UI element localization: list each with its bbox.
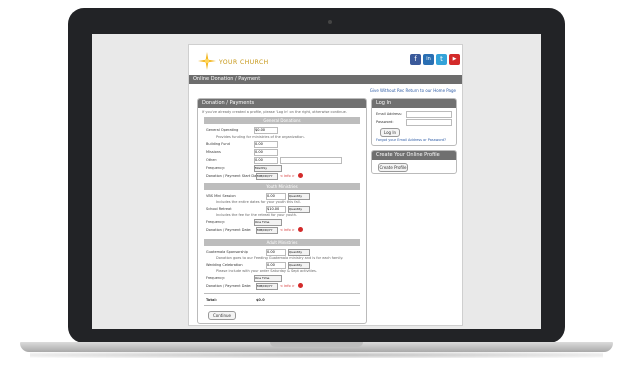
form-title: Donation / Payments [198,99,366,108]
form-row: Wedding Celebration 0.00 Quantity [206,262,356,269]
field-label: School Retreat [206,207,232,211]
form-row: Guatemala Sponsorship 0.00 Quantity [206,249,356,256]
continue-button[interactable]: Continue [208,311,236,320]
field-label: Frequency: [206,166,226,170]
linkedin-icon[interactable]: in [423,54,434,65]
field-note: Provides funding for ministries of the o… [216,135,305,139]
payment-date-select[interactable]: MM/DD/YY [256,283,278,290]
quantity-select[interactable]: Quantity [288,193,310,200]
vbs-amount-input[interactable]: 0.00 [266,193,286,200]
form-row: Donation / Payment Date: MM/DD/YY < info… [206,227,356,234]
quantity-select[interactable]: Quantity [288,262,310,269]
cross-logo-icon [198,52,216,70]
total-row: Total: $0.0 [206,297,356,303]
quantity-select[interactable]: Quantity [288,206,310,213]
info-link[interactable]: < info > [280,173,295,179]
field-label: Donation / Payment Date: [206,284,252,288]
form-row: Donation / Payment Start Date: MM/DD/YY … [206,173,356,180]
form-row: VBS Mini Session 0.00 Quantity [206,193,356,200]
field-note: Please include with your order Saturday … [216,269,317,273]
form-intro: If you've already created a profile, ple… [202,110,347,114]
form-row: Other: 0.00 [206,157,356,164]
general-operating-input[interactable]: $0.00 [254,127,278,134]
info-link[interactable]: < info > [280,227,295,233]
calendar-icon[interactable] [298,173,303,178]
field-label: Other: [206,158,218,162]
logo-text[interactable]: YOUR CHURCH [219,59,269,66]
laptop-screen: YOUR CHURCH f in t ▶ Online Donation / P… [92,34,541,329]
field-label: Frequency: [206,220,226,224]
calendar-icon[interactable] [298,283,303,288]
wedding-amount-input[interactable]: 0.00 [266,262,286,269]
field-label: Wedding Celebration [206,263,243,267]
frequency-select[interactable]: One Time [254,275,282,282]
form-row: Donation / Payment Date: MM/DD/YY < info… [206,283,356,290]
field-label: Frequency: [206,276,226,280]
password-label: Password: [376,120,394,124]
total-value: $0.0 [256,298,265,302]
form-row: Frequency: One Time [206,275,356,282]
browser-page: YOUR CHURCH f in t ▶ Online Donation / P… [92,34,541,329]
form-row: School Retreat $10.00 Quantity [206,206,356,213]
calendar-icon[interactable] [298,227,303,232]
payment-date-select[interactable]: MM/DD/YY [256,227,278,234]
section-header: Youth Ministries [204,183,360,190]
login-button[interactable]: Log In [380,128,400,137]
page-title: Online Donation / Payment [189,75,462,84]
password-field[interactable] [406,119,452,126]
missions-input[interactable]: 0.00 [254,149,278,156]
login-panel: Log In Email Address: Password: Log In F… [371,98,457,146]
total-label: Total: [206,298,217,302]
frequency-select[interactable]: One Time [254,219,282,226]
laptop-shadow [30,352,603,358]
login-title: Log In [372,99,456,108]
field-note: Donation goes to our Feeding Guatemala m… [216,256,344,260]
field-note: Includes the fee for the retreat for you… [216,213,298,217]
email-label: Email Address: [376,112,402,116]
field-note: Includes the entire dates for your youth… [216,200,301,204]
field-label: Missions [206,150,221,154]
other-description-input[interactable] [280,157,342,164]
field-label: General Operating [206,128,239,132]
form-row: Frequency: One Time [206,219,356,226]
frequency-select[interactable]: Monthly [254,165,282,172]
field-label: Donation / Payment Date: [206,228,252,232]
start-date-select[interactable]: MM/DD/YY [256,173,278,180]
quantity-select[interactable]: Quantity [288,249,310,256]
profile-panel: Create Your Online Profile Create Profil… [371,150,457,174]
other-amount-input[interactable]: 0.00 [254,157,278,164]
twitter-icon[interactable]: t [436,54,447,65]
laptop-notch [270,342,363,347]
email-field[interactable] [406,111,452,118]
divider [204,293,360,294]
donation-form: Donation / Payments If you've already cr… [197,98,367,324]
section-header: General Donations [204,117,360,124]
form-row: Missions 0.00 [206,149,356,156]
website: YOUR CHURCH f in t ▶ Online Donation / P… [188,44,463,326]
youtube-icon[interactable]: ▶ [449,54,460,65]
facebook-icon[interactable]: f [410,54,421,65]
field-label: Guatemala Sponsorship [206,250,248,254]
field-label: VBS Mini Session [206,194,236,198]
profile-title: Create Your Online Profile [372,151,456,160]
field-label: Building Fund [206,142,230,146]
form-row: Building Fund 0.00 [206,141,356,148]
divider [204,305,360,306]
retreat-amount-input[interactable]: $10.00 [266,206,286,213]
forgot-password-link[interactable]: Forgot your Email Address or Password? [376,138,446,142]
create-profile-button[interactable]: Create Profile [378,163,408,172]
form-row: General Operating $0.00 [206,127,356,134]
site-header: YOUR CHURCH f in t ▶ [189,45,462,75]
camera-dot [328,20,332,24]
top-links[interactable]: Give Without Rec Return to our Home Page [370,88,456,93]
field-label: Donation / Payment Start Date: [206,174,261,178]
form-row: Frequency: Monthly [206,165,356,172]
guatemala-amount-input[interactable]: 0.00 [266,249,286,256]
building-fund-input[interactable]: 0.00 [254,141,278,148]
info-link[interactable]: < info > [280,283,295,289]
section-header: Adult Ministries [204,239,360,246]
